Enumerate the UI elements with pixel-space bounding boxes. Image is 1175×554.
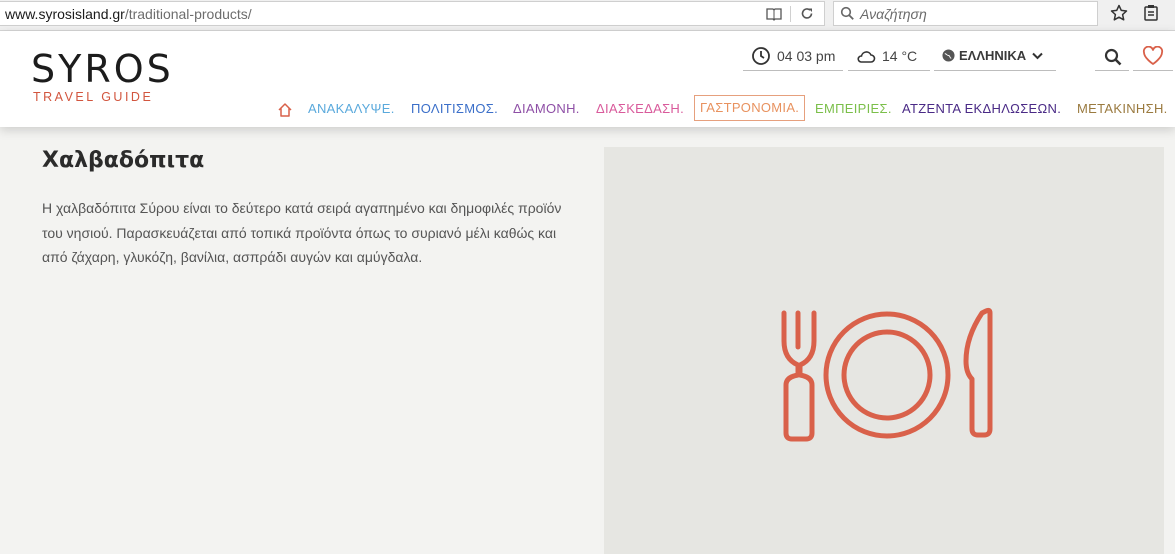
reload-icon[interactable] <box>798 5 816 23</box>
home-icon[interactable] <box>277 98 293 122</box>
search-icon <box>840 6 854 20</box>
temperature-text: 14 °C <box>882 47 918 64</box>
nav-item-experiences[interactable]: ΕΜΠΕΙΡΙΕΣ. <box>815 97 892 121</box>
nav-item-gastronomy[interactable]: ΓΑΣΤΡΟΝΟΜΙΑ. <box>694 95 806 121</box>
language-label: ΕΛΛΗΝΙΚΑ <box>959 48 1027 63</box>
divider <box>790 6 791 22</box>
site-search-button[interactable] <box>1095 41 1129 71</box>
url-host: www.syrosisland.gr <box>5 6 125 22</box>
nav-item-discover[interactable]: ΑΝΑΚΑΛΥΨΕ. <box>308 97 395 121</box>
page-title: Χαλβαδόπιτα <box>42 148 205 173</box>
browser-search-box[interactable]: Αναζήτηση <box>833 1 1098 26</box>
reader-view-icon[interactable] <box>765 5 783 23</box>
main-nav: ΑΝΑΚΑΛΥΨΕ. ΠΟΛΙΤΙΣΜΟΣ. ΔΙΑΜΟΝΗ. ΔΙΑΣΚΕΔΑ… <box>0 95 1175 122</box>
nav-item-culture[interactable]: ΠΟΛΙΤΙΣΜΟΣ. <box>411 97 498 121</box>
url-path: /traditional-products/ <box>124 6 252 22</box>
nav-item-entertainment[interactable]: ΔΙΑΣΚΕΔΑΣΗ. <box>596 97 684 121</box>
product-description: Η χαλβαδόπιτα Σύρου είναι το δεύτερο κατ… <box>42 200 562 265</box>
search-placeholder: Αναζήτηση <box>860 6 927 22</box>
nav-item-transport[interactable]: ΜΕΤΑΚΙΝΗΣΗ. <box>1077 97 1168 121</box>
nav-item-events-agenda[interactable]: ΑΤΖΕΝΤΑ ΕΚΔΗΛΩΣΕΩΝ. <box>902 97 1061 121</box>
bookmark-star-icon[interactable] <box>1109 3 1129 23</box>
url-text[interactable]: www.syrosisland.gr/traditional-products/ <box>5 6 252 22</box>
browser-toolbar: www.syrosisland.gr/traditional-products/… <box>0 0 1175 31</box>
logo-title[interactable]: SYROS <box>31 49 174 89</box>
address-bar[interactable]: www.syrosisland.gr/traditional-products/ <box>0 1 825 26</box>
weather-display: 14 °C <box>848 41 930 71</box>
heart-icon <box>1142 46 1164 65</box>
favorites-button[interactable] <box>1133 41 1173 71</box>
fork-plate-knife-icon <box>781 307 993 442</box>
chevron-down-icon <box>1032 52 1043 59</box>
clock-icon <box>752 46 770 65</box>
reading-list-icon[interactable] <box>1141 3 1161 23</box>
time-display: 04 03 pm <box>743 41 843 71</box>
time-text: 04 03 pm <box>777 47 836 64</box>
search-icon <box>1104 48 1122 66</box>
globe-icon <box>942 49 955 62</box>
site-header: SYROS TRAVEL GUIDE 04 03 pm 14 °C ΕΛΛΗΝΙ… <box>0 31 1175 127</box>
nav-item-accommodation[interactable]: ΔΙΑΜΟΝΗ. <box>513 97 580 121</box>
cloud-icon <box>857 50 876 63</box>
language-selector[interactable]: ΕΛΛΗΝΙΚΑ <box>934 41 1056 71</box>
content-area <box>0 127 604 554</box>
product-image <box>604 147 1164 554</box>
